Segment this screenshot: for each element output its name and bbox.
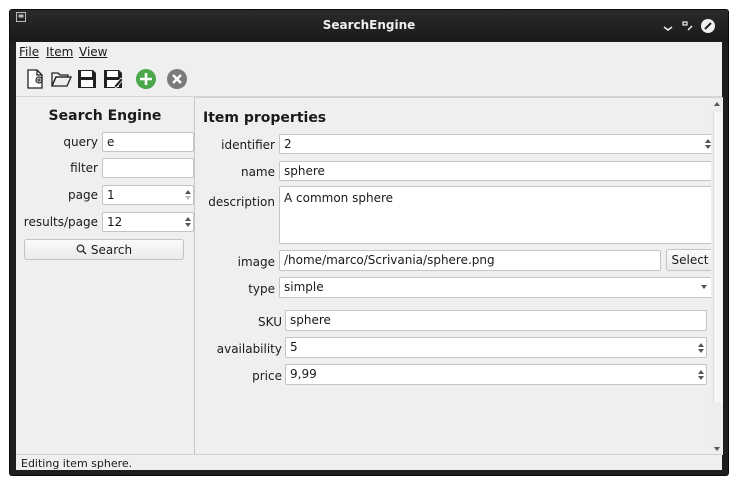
results-per-page-value: 12 xyxy=(107,215,123,229)
availability-label: availability xyxy=(216,342,282,356)
toolbar xyxy=(16,62,722,97)
filter-label: filter xyxy=(70,161,98,175)
status-bar: Editing item sphere. xyxy=(16,454,722,471)
query-label: query xyxy=(63,135,98,149)
identifier-label: identifier xyxy=(221,138,275,152)
type-label: type xyxy=(248,282,275,296)
image-path-input[interactable]: /home/marco/Scrivania/sphere.png xyxy=(279,250,661,271)
image-label: image xyxy=(237,255,275,269)
price-spinbox[interactable]: 9,99 xyxy=(285,364,707,385)
select-button-label: Select xyxy=(671,253,709,267)
type-value: simple xyxy=(284,280,324,294)
status-text: Editing item sphere. xyxy=(21,457,133,470)
type-select[interactable]: simple xyxy=(279,277,714,298)
save-as-icon[interactable] xyxy=(102,68,124,90)
name-label: name xyxy=(240,165,275,179)
select-image-button[interactable]: Select xyxy=(666,249,714,271)
availability-value: 5 xyxy=(290,340,298,354)
identifier-spinbox[interactable]: 2 xyxy=(279,134,714,154)
filter-input[interactable] xyxy=(102,158,194,178)
page-spinbox[interactable]: 1 xyxy=(102,185,194,205)
description-label: description xyxy=(208,195,275,209)
add-icon[interactable] xyxy=(135,68,157,90)
minimize-icon[interactable] xyxy=(660,18,676,34)
name-input[interactable]: sphere xyxy=(279,161,714,181)
identifier-value: 2 xyxy=(284,137,292,151)
scroll-up-icon[interactable] xyxy=(714,102,720,106)
remove-icon[interactable] xyxy=(166,68,188,90)
app-window: SearchEngine File Item View Search Engin… xyxy=(10,10,728,475)
save-icon[interactable] xyxy=(76,68,98,90)
window-title: SearchEngine xyxy=(322,18,416,32)
close-icon[interactable] xyxy=(700,18,716,34)
item-properties-panel: Item properties identifier 2 name sphere… xyxy=(194,97,723,455)
scrollbar-thumb[interactable] xyxy=(713,112,722,402)
description-textarea[interactable]: A common sphere xyxy=(279,186,714,244)
availability-spinbox[interactable]: 5 xyxy=(285,337,707,358)
search-button[interactable]: Search xyxy=(24,239,184,260)
menu-file[interactable]: File xyxy=(19,45,39,59)
price-value: 9,99 xyxy=(290,367,317,381)
menu-item[interactable]: Item xyxy=(46,45,73,59)
search-icon xyxy=(76,244,87,255)
page-value: 1 xyxy=(107,188,115,202)
search-title: Search Engine xyxy=(48,108,162,124)
new-document-icon[interactable] xyxy=(24,68,46,90)
title-bar[interactable]: SearchEngine xyxy=(10,10,728,42)
scroll-down-icon[interactable] xyxy=(714,447,720,451)
open-folder-icon[interactable] xyxy=(50,68,72,90)
results-spin-arrows[interactable] xyxy=(182,213,193,231)
client-area: File Item View Search Engine query e fil… xyxy=(16,42,723,471)
price-label: price xyxy=(252,369,282,383)
availability-spin-arrows[interactable] xyxy=(695,338,706,357)
results-per-page-spinbox[interactable]: 12 xyxy=(102,212,194,232)
vertical-scrollbar[interactable] xyxy=(711,98,723,455)
search-button-label: Search xyxy=(90,242,133,257)
query-input[interactable]: e xyxy=(102,132,194,152)
maximize-icon[interactable] xyxy=(680,18,696,34)
item-properties-title: Item properties xyxy=(203,110,327,126)
chevron-down-icon xyxy=(701,285,707,289)
search-panel: Search Engine query e filter page 1 resu… xyxy=(16,97,194,445)
sku-label: SKU xyxy=(258,315,282,329)
page-spin-arrows[interactable] xyxy=(182,186,193,204)
menu-view[interactable]: View xyxy=(79,45,107,59)
page-label: page xyxy=(68,188,98,202)
results-per-page-label: results/page xyxy=(23,215,98,229)
sku-input[interactable]: sphere xyxy=(285,310,707,331)
menu-bar: File Item View xyxy=(16,42,722,62)
price-spin-arrows[interactable] xyxy=(695,365,706,384)
